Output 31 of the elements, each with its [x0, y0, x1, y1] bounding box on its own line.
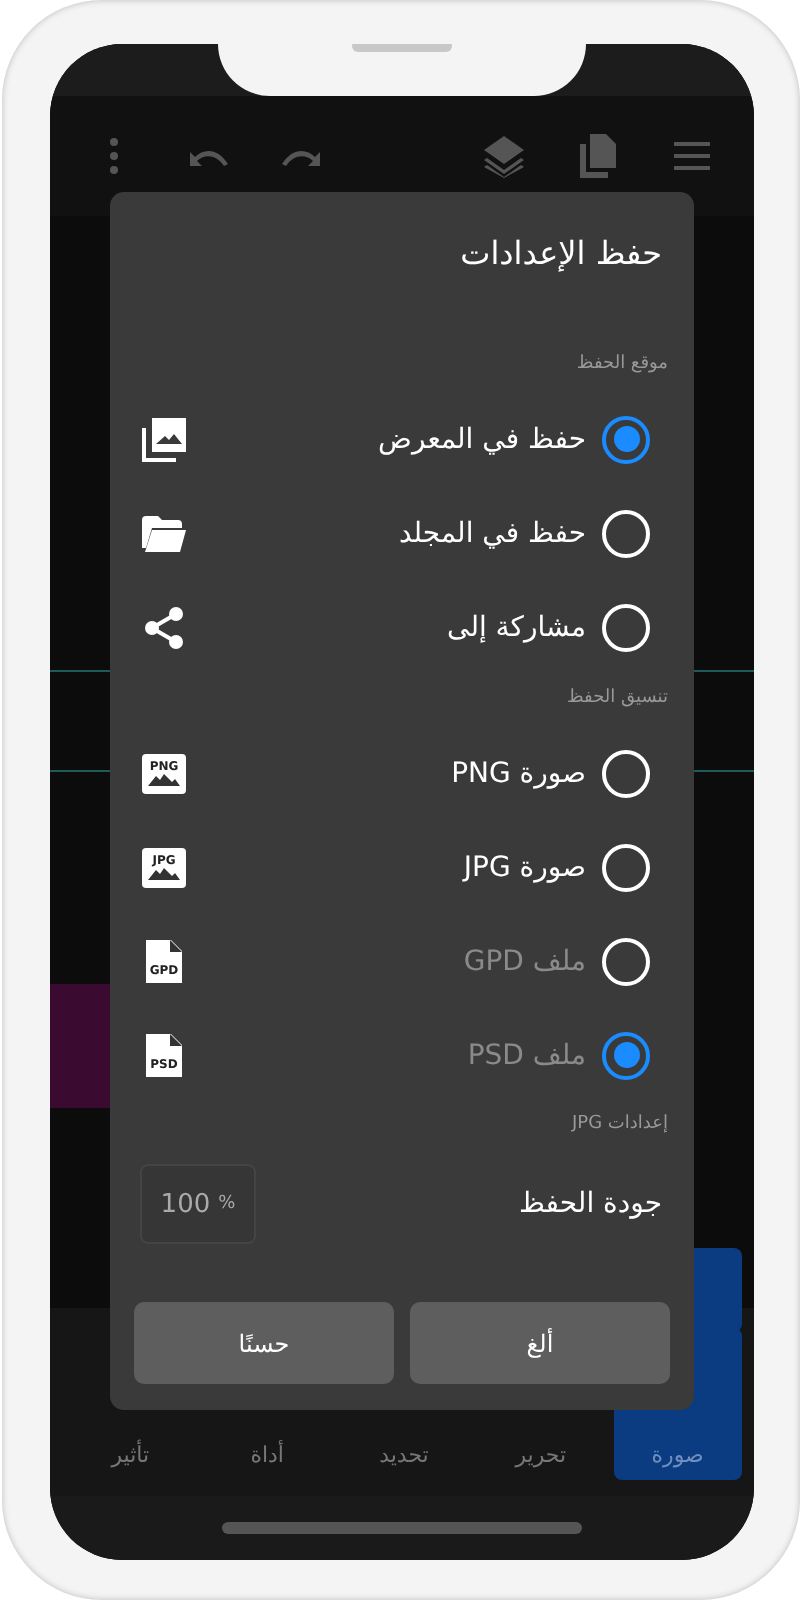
- ok-button[interactable]: حسنًا: [134, 1302, 394, 1384]
- page-fold-icon: [170, 1033, 182, 1045]
- radio-button[interactable]: [602, 415, 650, 463]
- gallery-icon: [142, 417, 186, 461]
- option-label: ملف PSD: [467, 1039, 586, 1071]
- cancel-button[interactable]: ألغ: [410, 1302, 670, 1384]
- menu-icon[interactable]: [673, 142, 709, 170]
- folder-icon: [142, 515, 186, 551]
- option-label: صورة PNG: [451, 757, 586, 789]
- layer-thumbnail: [50, 984, 110, 1108]
- dialog-title: حفظ الإعدادات: [458, 232, 664, 276]
- more-icon[interactable]: [109, 138, 117, 174]
- section-label: موقع الحفظ: [574, 352, 670, 376]
- documents-icon[interactable]: [577, 134, 617, 178]
- quality-label: جودة الحفظ: [519, 1188, 662, 1220]
- option-label: ملف GPD: [463, 945, 586, 977]
- mountain-icon: [148, 868, 180, 880]
- section-label: إعدادات JPG: [569, 1112, 670, 1136]
- mountain-icon: [148, 774, 180, 786]
- page-fold-icon: [170, 939, 182, 951]
- option-label: حفظ في المعرض: [378, 423, 586, 455]
- option-label: مشاركة إلى: [447, 611, 586, 643]
- option-label: حفظ في المجلد: [398, 517, 586, 549]
- layers-icon[interactable]: [481, 134, 525, 178]
- share-icon: [144, 605, 184, 649]
- option-label: صورة JPG: [463, 851, 586, 883]
- location-option[interactable]: حفظ في المعرض: [110, 392, 694, 486]
- section-label: تنسيق الحفظ: [565, 686, 670, 710]
- location-option[interactable]: مشاركة إلى: [110, 580, 694, 674]
- location-option[interactable]: حفظ في المجلد: [110, 486, 694, 580]
- quality-input-field[interactable]: 100 %: [140, 1164, 256, 1244]
